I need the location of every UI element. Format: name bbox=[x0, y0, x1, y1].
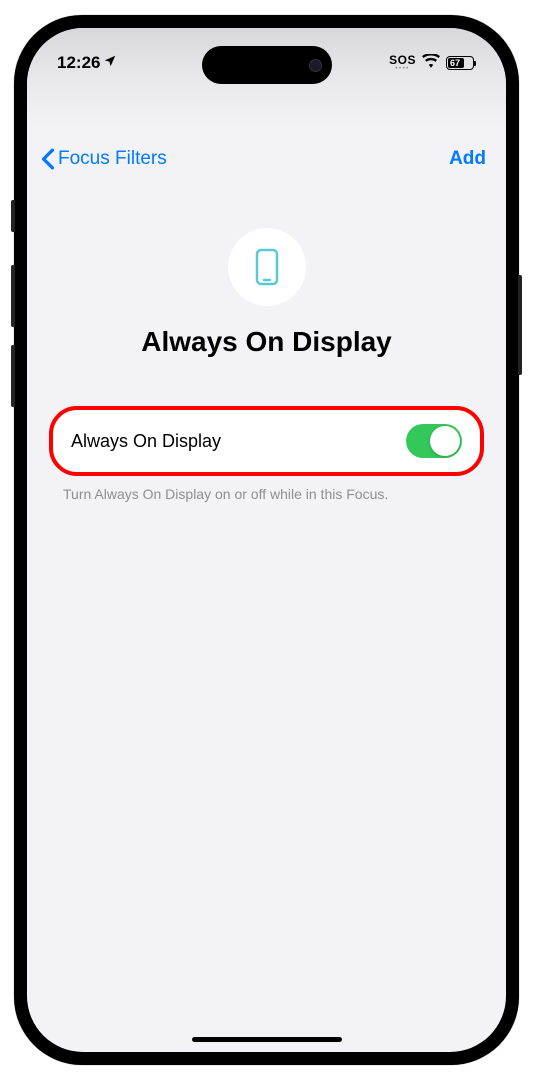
phone-icon bbox=[255, 248, 279, 286]
mute-switch bbox=[11, 200, 15, 232]
power-button bbox=[518, 275, 522, 375]
volume-down bbox=[11, 345, 15, 407]
screen: 12:26 SOS •••• bbox=[27, 28, 506, 1052]
location-icon bbox=[103, 53, 117, 73]
sos-indicator: SOS •••• bbox=[389, 54, 416, 72]
page-title: Always On Display bbox=[141, 326, 392, 358]
home-indicator[interactable] bbox=[192, 1037, 342, 1042]
battery-icon: 67 bbox=[446, 56, 476, 70]
status-right: SOS •••• 67 bbox=[389, 54, 476, 73]
back-button[interactable]: Focus Filters bbox=[41, 148, 167, 170]
content-area: Always On Display Always On Display Turn… bbox=[27, 228, 506, 502]
status-bar: 12:26 SOS •••• bbox=[27, 28, 506, 88]
toggle-thumb bbox=[430, 426, 460, 456]
phone-frame: 12:26 SOS •••• bbox=[14, 15, 519, 1065]
clock-text: 12:26 bbox=[57, 53, 100, 73]
back-label: Focus Filters bbox=[58, 148, 167, 170]
feature-icon-circle bbox=[228, 228, 306, 306]
always-on-display-row[interactable]: Always On Display bbox=[49, 406, 484, 476]
setting-description: Turn Always On Display on or off while i… bbox=[27, 486, 506, 502]
navigation-bar: Focus Filters Add bbox=[27, 136, 506, 182]
add-button[interactable]: Add bbox=[449, 148, 492, 170]
always-on-display-toggle[interactable] bbox=[406, 424, 462, 458]
wifi-icon bbox=[422, 54, 440, 73]
status-left: 12:26 bbox=[57, 53, 117, 73]
volume-up bbox=[11, 265, 15, 327]
chevron-left-icon bbox=[41, 148, 55, 170]
setting-label: Always On Display bbox=[71, 431, 221, 452]
